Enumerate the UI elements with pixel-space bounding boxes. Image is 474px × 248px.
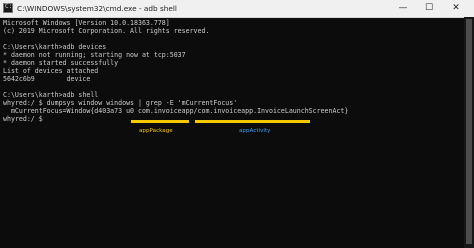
vertical-scrollbar[interactable] <box>464 17 474 248</box>
console-line: List of devices attached <box>3 67 99 75</box>
console-output[interactable]: Microsoft Windows [Version 10.0.18363.77… <box>3 19 458 248</box>
app-package-underline <box>131 120 189 123</box>
app-activity-label: appActivity <box>239 128 271 134</box>
console-line: Microsoft Windows [Version 10.0.18363.77… <box>3 19 170 27</box>
console-line: C:\Users\karth>adb shell <box>3 91 99 99</box>
console-line: whyred:/ $ dumpsys window windows | grep… <box>3 99 238 107</box>
scrollbar-thumb[interactable] <box>466 19 472 244</box>
console-line: 5642c6b9 device <box>3 75 91 83</box>
console-line: C:\Users\karth>adb devices <box>3 43 107 51</box>
console-line: mCurrentFocus=Window{d403a73 u0 com.invo… <box>3 107 349 115</box>
console-line: * daemon started successfully <box>3 59 119 67</box>
minimize-button[interactable]: — <box>391 0 415 17</box>
console-line: * daemon not running; starting now at tc… <box>3 51 186 59</box>
console-line: (c) 2019 Microsoft Corporation. All righ… <box>3 27 210 35</box>
close-button[interactable]: ✕ <box>444 0 468 17</box>
maximize-button[interactable]: ☐ <box>417 0 441 17</box>
window-title: C:\WINDOWS\system32\cmd.exe - adb shell <box>17 4 177 13</box>
window-titlebar[interactable]: C:\ C:\WINDOWS\system32\cmd.exe - adb sh… <box>0 0 474 18</box>
console-line: whyred:/ $ <box>3 115 43 123</box>
cmd-app-icon: C:\ <box>3 3 16 13</box>
app-package-label: appPackage <box>139 128 173 134</box>
app-activity-underline <box>195 120 310 123</box>
